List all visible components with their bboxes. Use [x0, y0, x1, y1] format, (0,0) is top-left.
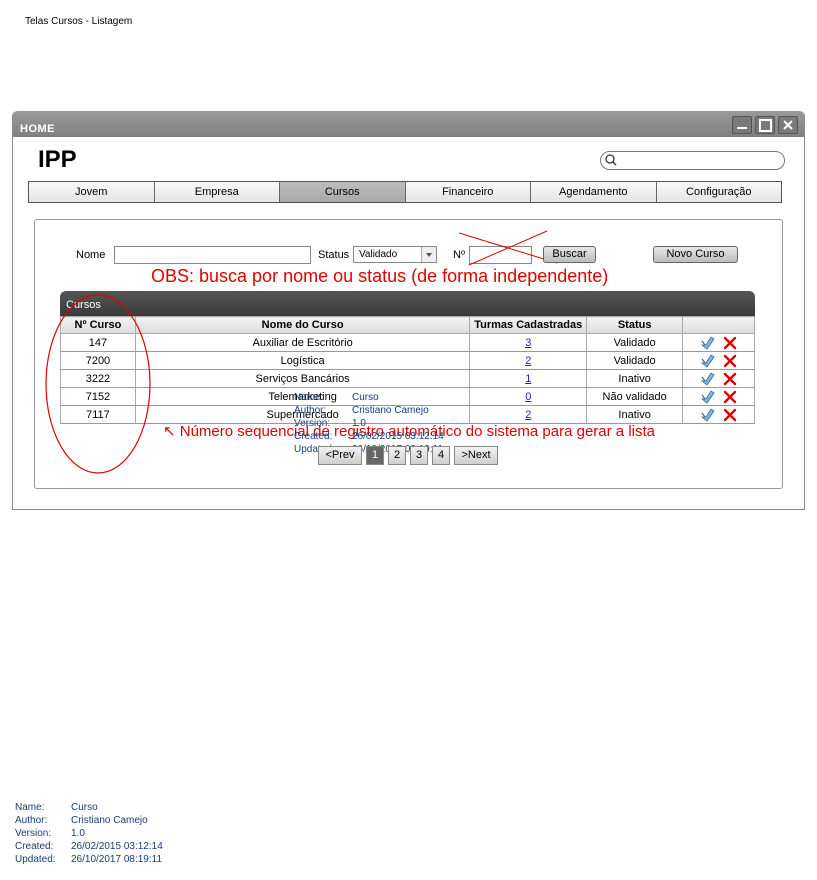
pager-next-button[interactable]: >Next — [454, 446, 498, 465]
pager-page-1[interactable]: 1 — [366, 446, 384, 465]
status-select[interactable]: Validado — [353, 246, 437, 263]
cell-turmas: 0 — [469, 387, 588, 406]
cell-turmas: 2 — [469, 351, 588, 370]
table-row[interactable]: 7200 Logística 2 Validado — [60, 351, 755, 370]
nome-input[interactable] — [114, 246, 311, 264]
overlay-value: Cristiano Camejo — [352, 405, 429, 416]
cell-turmas: 3 — [469, 333, 588, 352]
num-column-ellipse — [45, 294, 151, 474]
cell-nome: Logística — [134, 351, 471, 370]
meta-value: 1.0 — [71, 828, 85, 839]
cell-turmas: 1 — [469, 369, 588, 388]
grid-header: Cursos — [60, 291, 755, 316]
col-nome: Nome do Curso — [134, 316, 471, 334]
sequence-arrow: ↖ — [163, 423, 176, 440]
status-select-value: Validado — [359, 249, 398, 260]
novo-curso-button[interactable]: Novo Curso — [653, 246, 738, 263]
delete-icon[interactable] — [723, 372, 737, 386]
meta-value: Cristiano Camejo — [71, 815, 148, 826]
cell-turmas: 2 — [469, 405, 588, 424]
pager-page-4[interactable]: 4 — [432, 446, 450, 465]
minimize-icon — [737, 127, 747, 129]
search-icon — [605, 154, 617, 166]
obs-annotation: OBS: busca por nome ou status (de forma … — [151, 266, 609, 286]
overlay-label: Created: — [294, 431, 333, 442]
minimize-button[interactable] — [732, 116, 752, 134]
overlay-label: Version: — [294, 418, 331, 429]
cell-nome: Auxiliar de Escritório — [134, 333, 471, 352]
table-row[interactable]: 147 Auxiliar de Escritório 3 Validado — [60, 333, 755, 352]
turmas-link[interactable]: 2 — [525, 409, 531, 421]
meta-label: Author: — [15, 815, 48, 826]
meta-value: Curso — [71, 802, 98, 813]
delete-icon[interactable] — [723, 336, 737, 350]
overlay-value: 26/02/2015 03:12:14 — [352, 431, 444, 442]
buscar-button[interactable]: Buscar — [543, 246, 596, 263]
cell-nome: Serviços Bancários — [134, 369, 471, 388]
cell-status: Inativo — [586, 369, 684, 388]
meta-value: 26/02/2015 03:12:14 — [71, 841, 163, 852]
overlay-label: Author: — [294, 405, 327, 416]
nav-item-jovem[interactable]: Jovem — [29, 182, 155, 202]
cell-actions — [682, 405, 755, 424]
turmas-link[interactable]: 2 — [525, 355, 531, 367]
edit-icon[interactable] — [700, 407, 715, 422]
cell-status: Validado — [586, 333, 684, 352]
close-icon — [783, 120, 793, 130]
cell-status: Não validado — [586, 387, 684, 406]
app-title: IPP — [38, 146, 77, 173]
turmas-link[interactable]: 3 — [525, 337, 531, 349]
delete-icon[interactable] — [723, 390, 737, 404]
cell-actions — [682, 333, 755, 352]
col-actions — [682, 316, 755, 334]
maximize-button[interactable] — [755, 116, 775, 134]
meta-label: Created: — [15, 841, 54, 852]
nav-item-cursos[interactable]: Cursos — [280, 182, 406, 202]
edit-icon[interactable] — [700, 371, 715, 386]
cell-actions — [682, 387, 755, 406]
turmas-link[interactable]: 0 — [525, 391, 531, 403]
pager-page-2[interactable]: 2 — [388, 446, 406, 465]
edit-icon[interactable] — [700, 335, 715, 350]
cell-status: Validado — [586, 351, 684, 370]
status-label: Status — [318, 249, 350, 261]
nav-item-financeiro[interactable]: Financeiro — [405, 182, 531, 202]
close-window-button[interactable] — [778, 116, 798, 134]
nome-label: Nome — [76, 249, 106, 261]
cell-actions — [682, 369, 755, 388]
turmas-link[interactable]: 1 — [525, 373, 531, 385]
chevron-down-icon — [421, 247, 436, 262]
meta-label: Version: — [15, 828, 52, 839]
pager-page-3[interactable]: 3 — [410, 446, 428, 465]
cell-status: Inativo — [586, 405, 684, 424]
nav-item-empresa[interactable]: Empresa — [154, 182, 280, 202]
edit-icon[interactable] — [700, 389, 715, 404]
pager-prev-button[interactable]: <Prev — [318, 446, 362, 465]
table-row[interactable]: 3222 Serviços Bancários 1 Inativo — [60, 369, 755, 388]
document-meta: Name: Curso Author: Cristiano Camejo Versi… — [15, 801, 163, 866]
overlay-label: Name: — [294, 392, 324, 403]
overlay-value: 1.0 — [352, 418, 366, 429]
window-titlebar: HOME — [13, 111, 804, 137]
edit-icon[interactable] — [700, 353, 715, 368]
delete-icon[interactable] — [723, 408, 737, 422]
table-header-row: Nº Curso Nome do Curso Turmas Cadastrada… — [60, 316, 755, 334]
col-status: Status — [586, 316, 684, 334]
maximize-icon — [759, 119, 772, 132]
meta-value: 26/10/2017 08:19:11 — [71, 854, 163, 865]
delete-icon[interactable] — [723, 354, 737, 368]
cell-actions — [682, 351, 755, 370]
search-input[interactable] — [600, 151, 785, 170]
page-title: Telas Cursos - Listagem — [25, 16, 133, 27]
meta-label: Updated: — [15, 854, 56, 865]
nav-item-agendamento[interactable]: Agendamento — [531, 182, 657, 202]
col-turmas: Turmas Cadastradas — [469, 316, 588, 334]
overlay-value: Curso — [352, 392, 379, 403]
window-title: HOME — [20, 123, 55, 135]
nav-item-configuracao[interactable]: Configuração — [656, 182, 781, 202]
meta-label: Name: — [15, 802, 45, 813]
main-nav: Jovem Empresa Cursos Financeiro Agendame… — [28, 181, 782, 203]
